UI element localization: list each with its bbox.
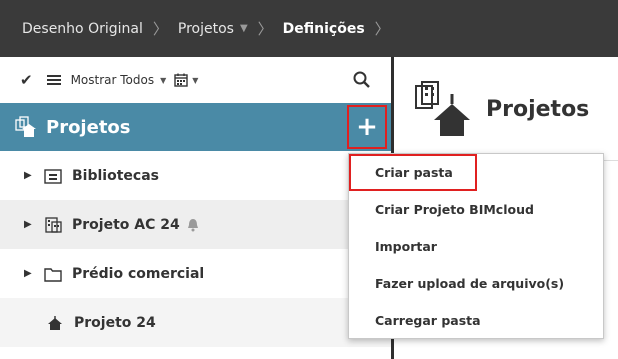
app-window: Desenho Original 〉 Projetos ▼ 〉 Definiçõ…	[0, 0, 618, 359]
tree-item-label: Projeto 24	[74, 314, 156, 331]
tree-item-projeto-ac-24[interactable]: ▶ Projeto AC 24	[0, 200, 391, 249]
menu-item-importar[interactable]: Importar	[349, 228, 603, 265]
library-folder-icon	[44, 168, 62, 184]
breadcrumb-item-label: Projetos	[177, 20, 234, 37]
tree-item-label: Bibliotecas	[72, 167, 159, 184]
projects-large-icon	[415, 81, 470, 136]
calendar-icon[interactable]	[174, 73, 188, 87]
tree-item-label: Projeto AC 24	[72, 216, 180, 233]
projects-icon	[15, 116, 36, 137]
tree-item-predio-comercial[interactable]: ▶ Prédio comercial	[0, 249, 391, 298]
project-house-icon	[48, 315, 62, 330]
menu-item-fazer-upload[interactable]: Fazer upload de arquivo(s)	[349, 265, 603, 302]
expand-arrow-icon[interactable]: ▶	[24, 268, 32, 279]
page-title: Projetos	[486, 97, 590, 122]
breadcrumb: Desenho Original 〉 Projetos ▼ 〉 Definiçõ…	[0, 0, 618, 57]
menu-item-carregar-pasta[interactable]: Carregar pasta	[349, 302, 603, 339]
projects-header[interactable]: Projetos +	[0, 103, 391, 151]
sidebar-toolbar: ✔ Mostrar Todos ▼ ▼	[0, 57, 391, 103]
list-icon[interactable]	[46, 75, 61, 85]
projects-header-title: Projetos	[46, 116, 131, 138]
chevron-right-icon: 〉	[374, 20, 390, 38]
checkmark-icon[interactable]: ✔	[20, 71, 33, 89]
caret-down-icon[interactable]: ▼	[192, 76, 198, 85]
show-all-filter[interactable]: Mostrar Todos	[71, 73, 155, 87]
breadcrumb-item-desenho-original[interactable]: Desenho Original	[22, 21, 143, 37]
caret-down-icon[interactable]: ▼	[160, 76, 166, 85]
search-icon[interactable]	[352, 70, 372, 90]
bell-icon	[187, 218, 198, 231]
menu-item-criar-projeto-bimcloud[interactable]: Criar Projeto BIMcloud	[349, 191, 603, 228]
folder-icon	[44, 267, 62, 282]
context-menu: Criar pasta Criar Projeto BIMcloud Impor…	[348, 153, 604, 339]
sidebar: ✔ Mostrar Todos ▼ ▼ Projetos + ▶ Bibliot…	[0, 57, 391, 359]
expand-arrow-icon[interactable]: ▶	[24, 170, 32, 181]
chevron-right-icon: 〉	[257, 20, 273, 38]
expand-arrow-icon[interactable]: ▶	[24, 219, 32, 230]
add-button[interactable]: +	[347, 105, 387, 149]
tree-item-label: Prédio comercial	[72, 265, 205, 282]
caret-down-icon[interactable]: ▼	[240, 23, 248, 34]
chevron-right-icon: 〉	[152, 20, 168, 38]
building-icon	[45, 216, 62, 233]
breadcrumb-item-definicoes[interactable]: Definições	[283, 21, 365, 37]
menu-item-criar-pasta[interactable]: Criar pasta	[349, 154, 477, 191]
breadcrumb-item-projetos[interactable]: Projetos ▼	[178, 21, 248, 37]
tree-item-bibliotecas[interactable]: ▶ Bibliotecas	[0, 151, 391, 200]
tree-item-projeto-24[interactable]: Projeto 24	[0, 298, 391, 347]
